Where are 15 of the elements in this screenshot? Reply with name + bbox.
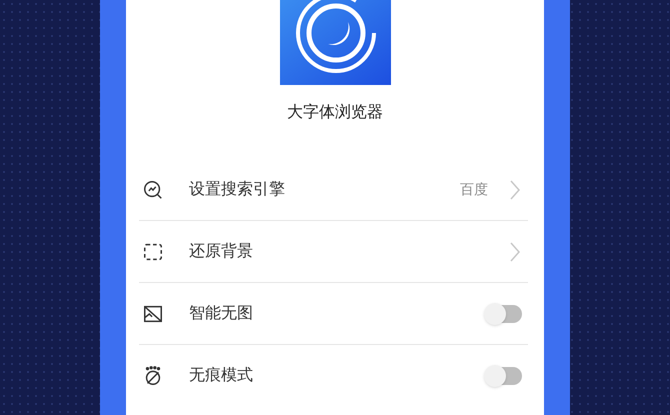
setting-value: 百度: [460, 180, 488, 199]
settings-row[interactable]: 智能无图: [139, 283, 528, 345]
setting-label: 还原背景: [189, 242, 254, 262]
setting-label: 智能无图: [189, 304, 254, 324]
search-icon: [142, 178, 164, 200]
settings-row[interactable]: 设置搜索引擎 百度: [139, 159, 528, 221]
setting-label: 无痕模式: [189, 366, 254, 386]
toggle-switch[interactable]: [486, 367, 522, 385]
settings-row[interactable]: 无痕模式: [139, 345, 528, 407]
app-name: 大字体浏览器: [287, 102, 383, 123]
settings-row[interactable]: 还原背景: [139, 221, 528, 283]
setting-label: 设置搜索引擎: [189, 180, 286, 200]
toggle-switch[interactable]: [486, 304, 522, 322]
chevron-right-icon: [510, 242, 520, 262]
chevron-right-icon: [510, 180, 520, 200]
